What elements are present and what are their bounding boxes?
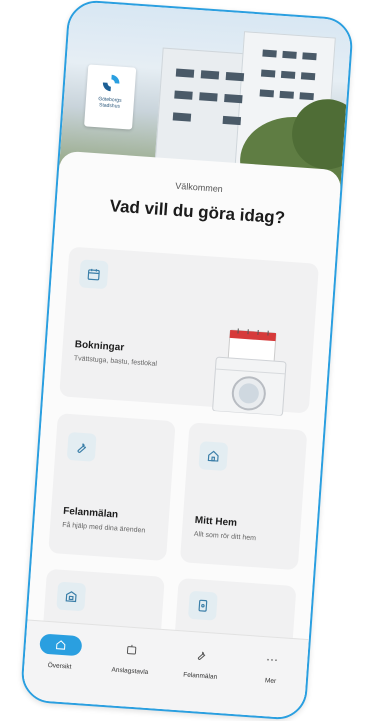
more-icon: ⋯ <box>250 648 293 671</box>
home-subtitle: Allt som rör ditt hem <box>194 531 257 542</box>
bookings-subtitle: Tvättstuga, bastu, festlokal <box>74 355 158 368</box>
washing-machine-illustration <box>211 327 299 417</box>
nav-item-overview[interactable]: Översikt <box>28 633 92 672</box>
wrench-icon <box>67 432 97 462</box>
report-title: Felanmälan <box>63 506 119 521</box>
bookings-title: Bokningar <box>74 339 124 353</box>
report-card[interactable]: Felanmälan Få hjälp med dina ärenden <box>48 413 175 561</box>
phone-frame: Göteborgs Stadshus Välkommen Vad vill du… <box>20 0 354 721</box>
nav-label-overview: Översikt <box>47 662 71 671</box>
nav-label-noticeboard: Anslagstavla <box>111 666 148 676</box>
home-title: Mitt Hem <box>194 515 237 529</box>
document-icon <box>188 591 218 621</box>
home-icon <box>39 633 82 656</box>
report-subtitle: Få hjälp med dina ärenden <box>62 522 146 535</box>
content-sheet: Välkommen Vad vill du göra idag? Bokning… <box>22 151 342 719</box>
wrench-icon <box>180 643 223 666</box>
noticeboard-icon <box>110 638 153 661</box>
bookings-card[interactable]: Bokningar Tvättstuga, bastu, festlokal <box>59 247 319 414</box>
nav-item-more[interactable]: ⋯ Mer <box>239 648 303 687</box>
building-icon <box>56 582 86 612</box>
house-icon <box>198 441 228 471</box>
logo-mark-icon <box>99 71 122 94</box>
nav-label-more: Mer <box>265 677 277 685</box>
nav-label-report: Felanmälan <box>183 672 217 681</box>
nav-item-report[interactable]: Felanmälan <box>169 643 233 682</box>
nav-item-noticeboard[interactable]: Anslagstavla <box>99 638 163 677</box>
logo-text-line2: Stadshus <box>98 102 122 110</box>
calendar-icon <box>79 259 109 289</box>
home-card[interactable]: Mitt Hem Allt som rör ditt hem <box>180 422 307 570</box>
brand-logo: Göteborgs Stadshus <box>84 64 136 129</box>
